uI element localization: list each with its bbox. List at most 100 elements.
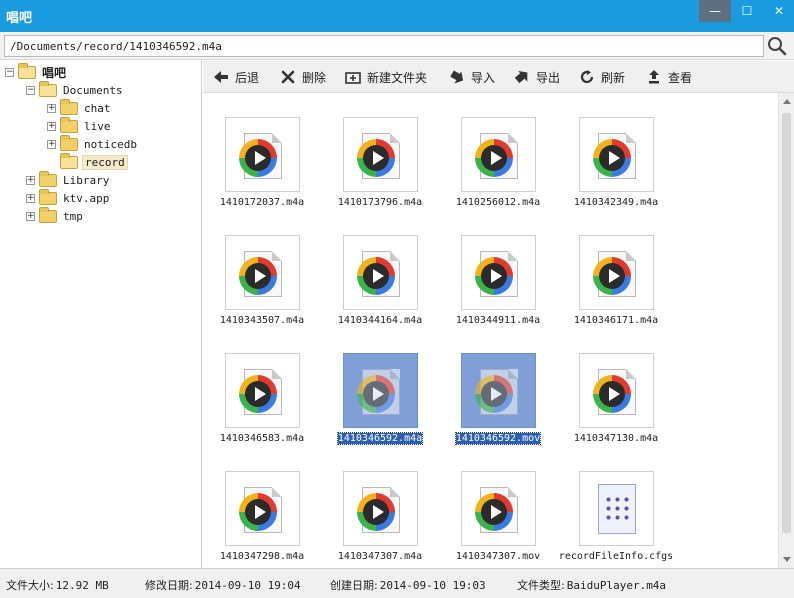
search-button[interactable] (766, 35, 790, 57)
tree-node[interactable]: − Documents (26, 80, 125, 99)
tree-node-label: Documents (63, 83, 123, 97)
export-button[interactable]: 导出 (514, 68, 560, 86)
export-label: 导出 (536, 70, 561, 85)
file-item[interactable]: 1410343507.m4a (203, 235, 321, 345)
file-item[interactable]: 1410344164.m4a (321, 235, 439, 345)
expand-icon[interactable]: + (26, 175, 35, 185)
arrow-left-icon (214, 71, 228, 83)
tree-node[interactable]: + live (47, 116, 113, 135)
file-item[interactable]: 1410346171.m4a (557, 235, 675, 345)
file-size-value: 12.92 MB (55, 579, 109, 592)
back-button[interactable]: 后退 (213, 68, 259, 86)
scroll-up-icon[interactable] (783, 99, 791, 104)
file-item[interactable]: 1410342349.m4a (557, 117, 675, 227)
file-item[interactable]: 1410347298.m4a (203, 471, 321, 568)
window-title: 唱吧 (6, 11, 33, 26)
folder-icon (39, 170, 57, 187)
play-icon (475, 375, 513, 413)
file-thumbnail (461, 353, 536, 428)
delete-button[interactable]: 删除 (280, 68, 326, 86)
file-item[interactable]: 1410346592.mov (439, 353, 557, 463)
file-item[interactable]: 1410347130.m4a (557, 353, 675, 463)
file-name-label: recordFileInfo.cfgs (557, 551, 675, 562)
export-arrow-icon (514, 70, 528, 84)
file-item[interactable]: 1410347307.m4a (321, 471, 439, 568)
file-item[interactable]: 1410172037.m4a (203, 117, 321, 227)
folder-tree: − 唱吧 − Documents + chat + live + noticedb record + L… (0, 61, 202, 568)
file-thumbnail (343, 235, 418, 310)
vertical-scrollbar[interactable] (778, 93, 794, 568)
tree-node[interactable]: − 唱吧 (5, 62, 68, 81)
file-thumbnail (579, 117, 654, 192)
file-type-value: BaiduPlayer.m4a (566, 579, 667, 592)
refresh-button[interactable]: 刷新 (579, 68, 625, 86)
scroll-down-icon[interactable] (783, 557, 791, 562)
tree-node-label: Library (63, 173, 110, 187)
file-item[interactable]: 1410256012.m4a (439, 117, 557, 227)
back-label: 后退 (235, 70, 260, 85)
new-folder-button[interactable]: 新建文件夹 (345, 68, 427, 86)
created-value: 2014-09-10 19:03 (379, 579, 486, 592)
minimize-button[interactable]: — (699, 0, 731, 22)
close-button[interactable]: ✕ (763, 0, 794, 22)
maximize-button[interactable]: ☐ (731, 0, 763, 22)
play-icon (239, 139, 277, 177)
folder-icon (39, 80, 57, 97)
file-name: 1410342349.m4a (573, 197, 659, 208)
tree-node-label: noticedb (84, 137, 137, 151)
scroll-thumb[interactable] (782, 113, 791, 533)
tree-node-label: tmp (63, 209, 83, 223)
file-item[interactable]: 1410347307.mov (439, 471, 557, 568)
file-item[interactable]: 1410173796.m4a (321, 117, 439, 227)
file-item[interactable]: recordFileInfo.cfgs (557, 471, 675, 568)
file-name: 1410346583.m4a (219, 433, 305, 444)
tree-node[interactable]: + noticedb (47, 134, 139, 153)
file-name-label: 1410346592.mov (439, 432, 557, 445)
file-thumbnail (225, 353, 300, 428)
import-arrow-icon (450, 70, 464, 84)
file-name-label: 1410346583.m4a (203, 433, 321, 444)
folder-icon (60, 152, 78, 169)
file-name: 1410173796.m4a (337, 197, 423, 208)
file-size-label: 文件大小: (6, 579, 54, 592)
file-thumbnail (343, 353, 418, 428)
status-file-size: 文件大小: 12.92 MB (6, 577, 109, 593)
expand-icon[interactable]: + (26, 211, 35, 221)
expand-icon[interactable]: + (47, 121, 56, 131)
file-name: 1410344911.m4a (455, 315, 541, 326)
path-input[interactable] (4, 35, 764, 57)
import-button[interactable]: 导入 (449, 68, 495, 86)
collapse-icon[interactable]: − (5, 67, 14, 77)
file-name-label: 1410344164.m4a (321, 315, 439, 326)
expand-icon[interactable]: + (47, 103, 56, 113)
file-item[interactable]: 1410344911.m4a (439, 235, 557, 345)
created-label: 创建日期: (330, 579, 378, 592)
folder-icon (60, 116, 78, 133)
search-icon (768, 37, 787, 56)
tree-node[interactable]: + tmp (26, 206, 85, 225)
file-name-label: 1410256012.m4a (439, 197, 557, 208)
title-bar: 唱吧 — ☐ ✕ (0, 0, 794, 32)
play-icon (357, 257, 395, 295)
file-thumbnail (579, 471, 654, 546)
file-name: 1410343507.m4a (219, 315, 305, 326)
file-thumbnail (343, 471, 418, 546)
play-icon (593, 139, 631, 177)
tree-node[interactable]: + chat (47, 98, 113, 117)
file-name: 1410346171.m4a (573, 315, 659, 326)
expand-icon[interactable]: + (47, 139, 56, 149)
file-item[interactable]: 1410346583.m4a (203, 353, 321, 463)
folder-icon (39, 206, 57, 223)
file-thumbnail (461, 117, 536, 192)
tree-node[interactable]: + Library (26, 170, 111, 189)
tree-node[interactable]: + ktv.app (26, 188, 111, 207)
collapse-icon[interactable]: − (26, 85, 35, 95)
tree-node[interactable]: record (47, 152, 128, 171)
file-name-label: 1410347298.m4a (203, 551, 321, 562)
folder-icon (60, 98, 78, 115)
view-button[interactable]: 查看 (646, 68, 692, 86)
config-file-icon (598, 484, 636, 534)
file-name: 1410344164.m4a (337, 315, 423, 326)
expand-icon[interactable]: + (26, 193, 35, 203)
file-item[interactable]: 1410346592.m4a (321, 353, 439, 463)
